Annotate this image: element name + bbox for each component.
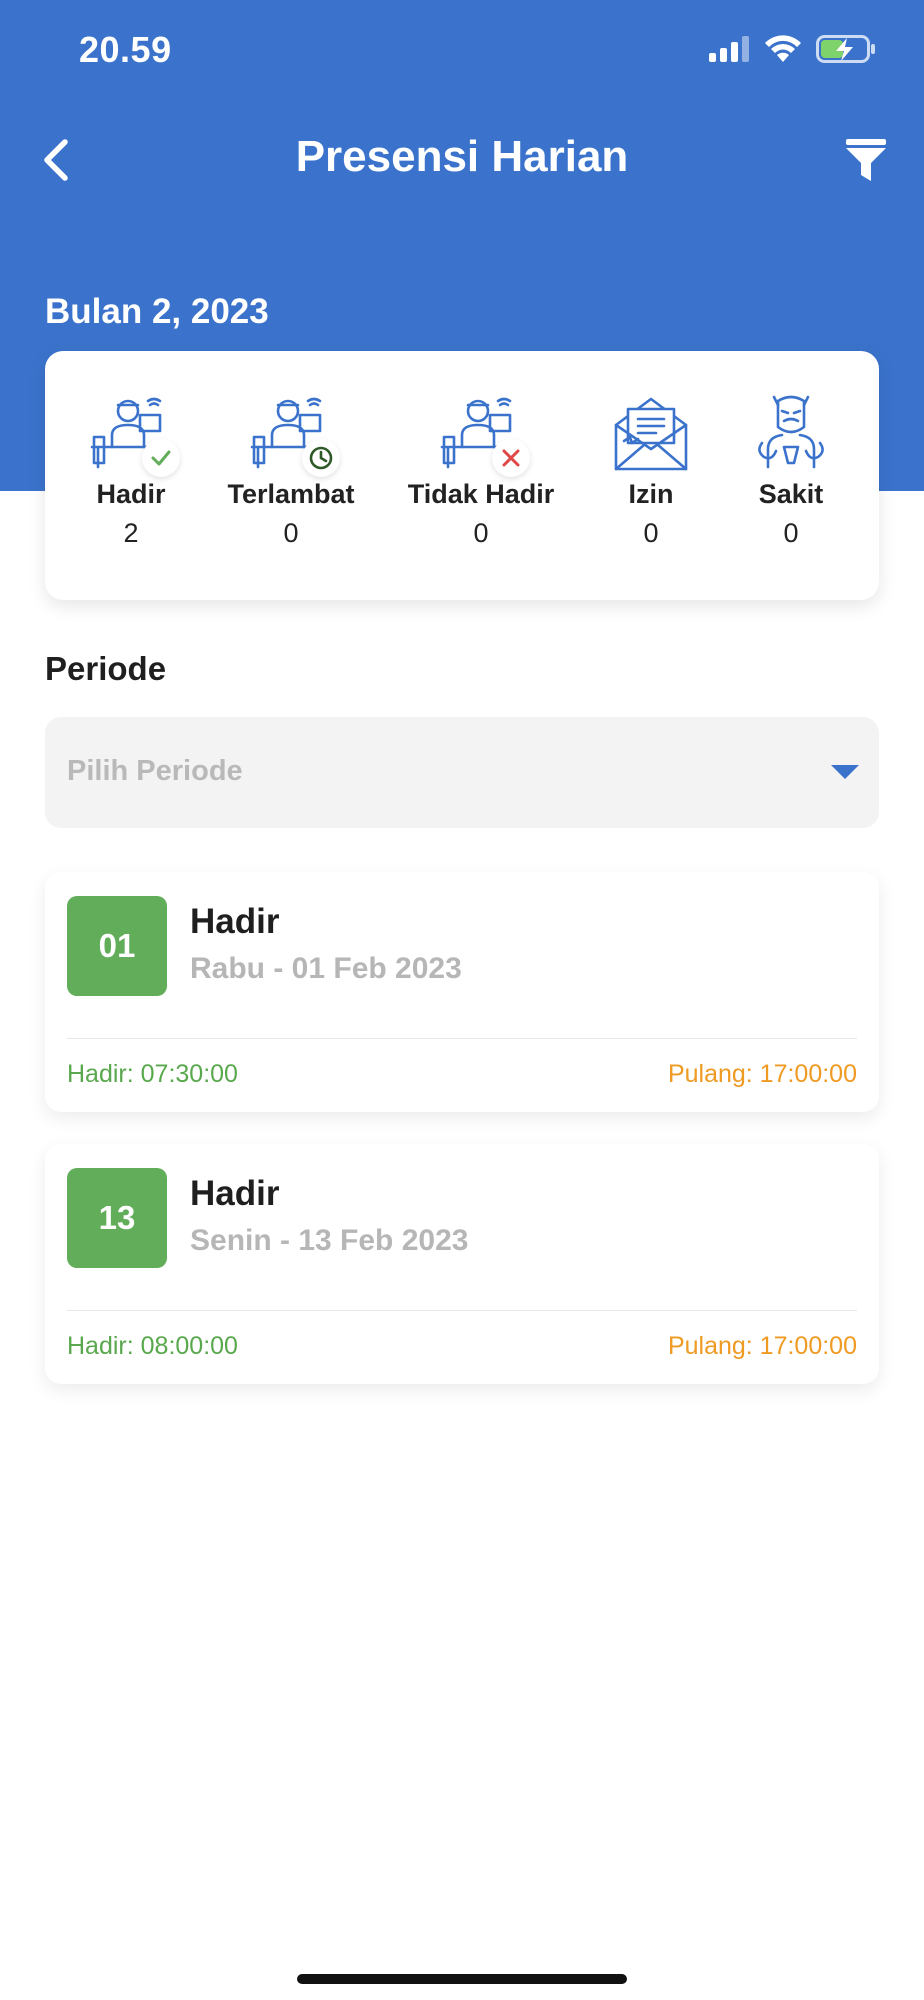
summary-label: Terlambat: [227, 479, 355, 509]
summary-count: 0: [473, 518, 489, 548]
worker-desk-check-icon: [88, 391, 180, 477]
attendance-record-card[interactable]: 01 Hadir Rabu - 01 Feb 2023 Hadir: 07:30…: [45, 872, 879, 1112]
filter-icon: [846, 139, 886, 181]
cellular-signal-icon: [709, 36, 749, 62]
check-icon: [151, 450, 171, 466]
attendance-summary-card: Hadir 2 Terlambat 0 Tidak Hadir 0 Izin 0…: [45, 351, 879, 600]
divider: [67, 1310, 857, 1311]
summary-item-tidak-hadir[interactable]: Tidak Hadir 0: [401, 391, 561, 549]
clock-icon: [309, 446, 333, 470]
check-in-time: Hadir: 07:30:00: [67, 1060, 238, 1088]
day-badge: 13: [67, 1168, 167, 1268]
attendance-record-card[interactable]: 13 Hadir Senin - 13 Feb 2023 Hadir: 08:0…: [45, 1144, 879, 1384]
summary-count: 0: [783, 518, 799, 548]
periode-title: Periode: [45, 650, 167, 687]
record-date: Senin - 13 Feb 2023: [190, 1224, 469, 1257]
envelope-letter-icon: [608, 391, 694, 473]
status-icons: [708, 34, 876, 64]
summary-label: Hadir: [96, 479, 166, 509]
periode-select[interactable]: Pilih Periode: [45, 717, 879, 828]
summary-item-terlambat[interactable]: Terlambat 0: [211, 391, 371, 549]
check-badge: [142, 439, 180, 477]
worker-desk-cross-icon: [438, 391, 530, 477]
worker-desk-clock-icon: [248, 391, 340, 477]
clock-badge: [302, 439, 340, 477]
divider: [67, 1038, 857, 1039]
record-status: Hadir: [190, 1174, 280, 1213]
sick-person-icon: [748, 391, 834, 473]
nav-bar: Presensi Harian: [0, 122, 924, 200]
day-badge: 01: [67, 896, 167, 996]
summary-label: Izin: [628, 479, 674, 509]
status-bar: 20.59: [0, 0, 924, 100]
battery-charging-icon: [816, 35, 875, 63]
month-label: Bulan 2, 2023: [45, 292, 269, 331]
cross-badge: [492, 439, 530, 477]
summary-label: Sakit: [758, 479, 824, 509]
record-date: Rabu - 01 Feb 2023: [190, 952, 462, 985]
record-status: Hadir: [190, 902, 280, 941]
home-indicator: [297, 1974, 627, 1984]
periode-placeholder: Pilih Periode: [67, 755, 243, 787]
check-out-time: Pulang: 17:00:00: [667, 1332, 857, 1360]
check-in-time: Hadir: 08:00:00: [67, 1332, 238, 1360]
summary-count: 0: [283, 518, 299, 548]
summary-label: Tidak Hadir: [407, 479, 555, 509]
wifi-icon: [765, 35, 801, 62]
summary-item-izin[interactable]: Izin 0: [571, 391, 731, 549]
status-time: 20.59: [79, 29, 172, 70]
summary-item-hadir[interactable]: Hadir 2: [51, 391, 211, 549]
caret-down-icon: [831, 765, 859, 779]
filter-button[interactable]: [836, 130, 896, 190]
summary-count: 2: [123, 518, 139, 548]
close-icon: [502, 449, 520, 467]
page-title: Presensi Harian: [295, 132, 629, 181]
check-out-time: Pulang: 17:00:00: [667, 1060, 857, 1088]
summary-count: 0: [643, 518, 659, 548]
summary-item-sakit[interactable]: Sakit 0: [711, 391, 871, 549]
